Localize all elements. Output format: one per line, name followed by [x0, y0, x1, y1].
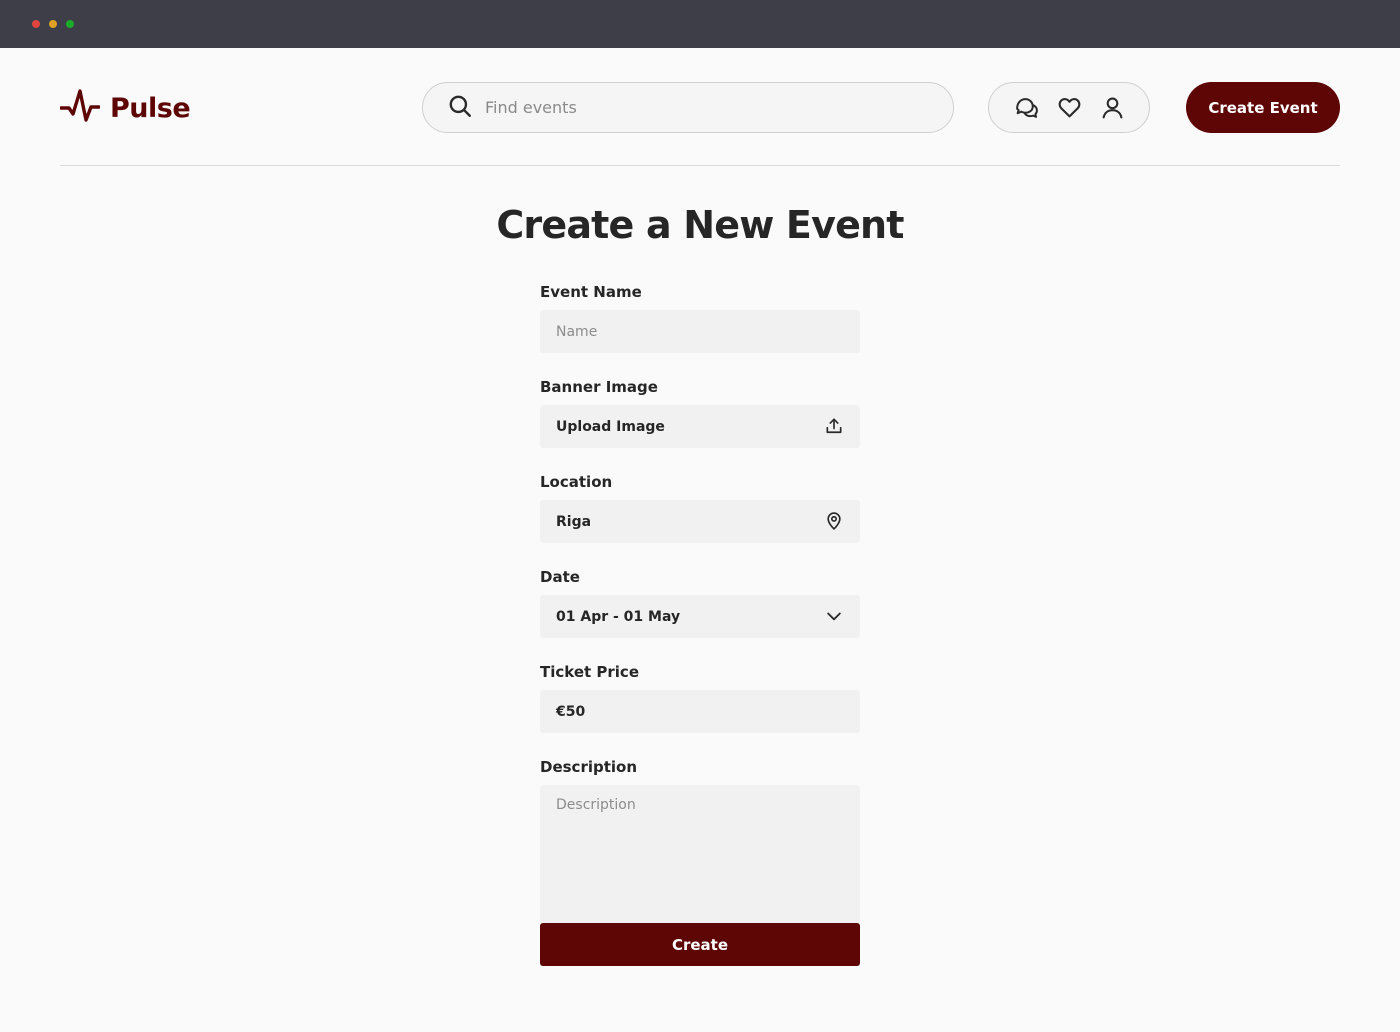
ticket-price-value: €50	[556, 703, 586, 720]
header: Pulse Find events Create Event	[59, 48, 1340, 166]
date-value: 01 Apr - 01 May	[556, 608, 681, 625]
logo[interactable]: Pulse	[59, 86, 191, 130]
banner-image-field: Banner Image Upload Image	[540, 377, 860, 448]
create-event-button[interactable]: Create Event	[1186, 82, 1340, 133]
event-name-input[interactable]	[556, 323, 844, 340]
create-event-form: Event Name Banner Image Upload Image Loc…	[540, 282, 860, 969]
search-bar[interactable]	[422, 82, 954, 133]
pulse-icon	[59, 86, 101, 130]
search-input[interactable]	[485, 92, 925, 123]
chevron-down-icon	[824, 606, 844, 626]
header-icon-group	[988, 82, 1150, 133]
description-control	[540, 785, 860, 945]
date-label: Date	[540, 568, 580, 586]
page-title: Create a New Event	[496, 203, 904, 247]
window-close-button[interactable]	[32, 20, 40, 28]
location-field: Location Riga	[540, 472, 860, 543]
upload-icon	[824, 416, 844, 436]
banner-image-upload[interactable]: Upload Image	[540, 405, 860, 448]
event-name-label: Event Name	[540, 283, 642, 301]
date-select[interactable]: 01 Apr - 01 May	[540, 595, 860, 638]
ticket-price-label: Ticket Price	[540, 663, 640, 681]
window-titlebar	[0, 0, 1400, 48]
event-name-field: Event Name	[540, 282, 860, 353]
event-name-control	[540, 310, 860, 353]
create-button[interactable]: Create	[540, 923, 860, 966]
search-icon	[447, 93, 473, 123]
description-label: Description	[540, 758, 638, 776]
ticket-price-field: Ticket Price €50	[540, 662, 860, 733]
window-minimize-button[interactable]	[49, 20, 57, 28]
logo-text: Pulse	[110, 92, 191, 124]
upload-image-text: Upload Image	[556, 418, 665, 435]
map-pin-icon	[824, 511, 844, 531]
date-field: Date 01 Apr - 01 May	[540, 567, 860, 638]
page: Pulse Find events Create Event Create a …	[0, 48, 1400, 1032]
description-textarea[interactable]	[556, 797, 844, 933]
description-field: Description	[540, 757, 860, 945]
heart-icon[interactable]	[1057, 95, 1082, 120]
user-icon[interactable]	[1100, 95, 1125, 120]
banner-image-label: Banner Image	[540, 378, 658, 396]
location-value: Riga	[556, 513, 592, 530]
window-maximize-button[interactable]	[66, 20, 74, 28]
location-input[interactable]: Riga	[540, 500, 860, 543]
ticket-price-input[interactable]: €50	[540, 690, 860, 733]
location-label: Location	[540, 473, 613, 491]
chat-icon[interactable]	[1014, 95, 1039, 120]
